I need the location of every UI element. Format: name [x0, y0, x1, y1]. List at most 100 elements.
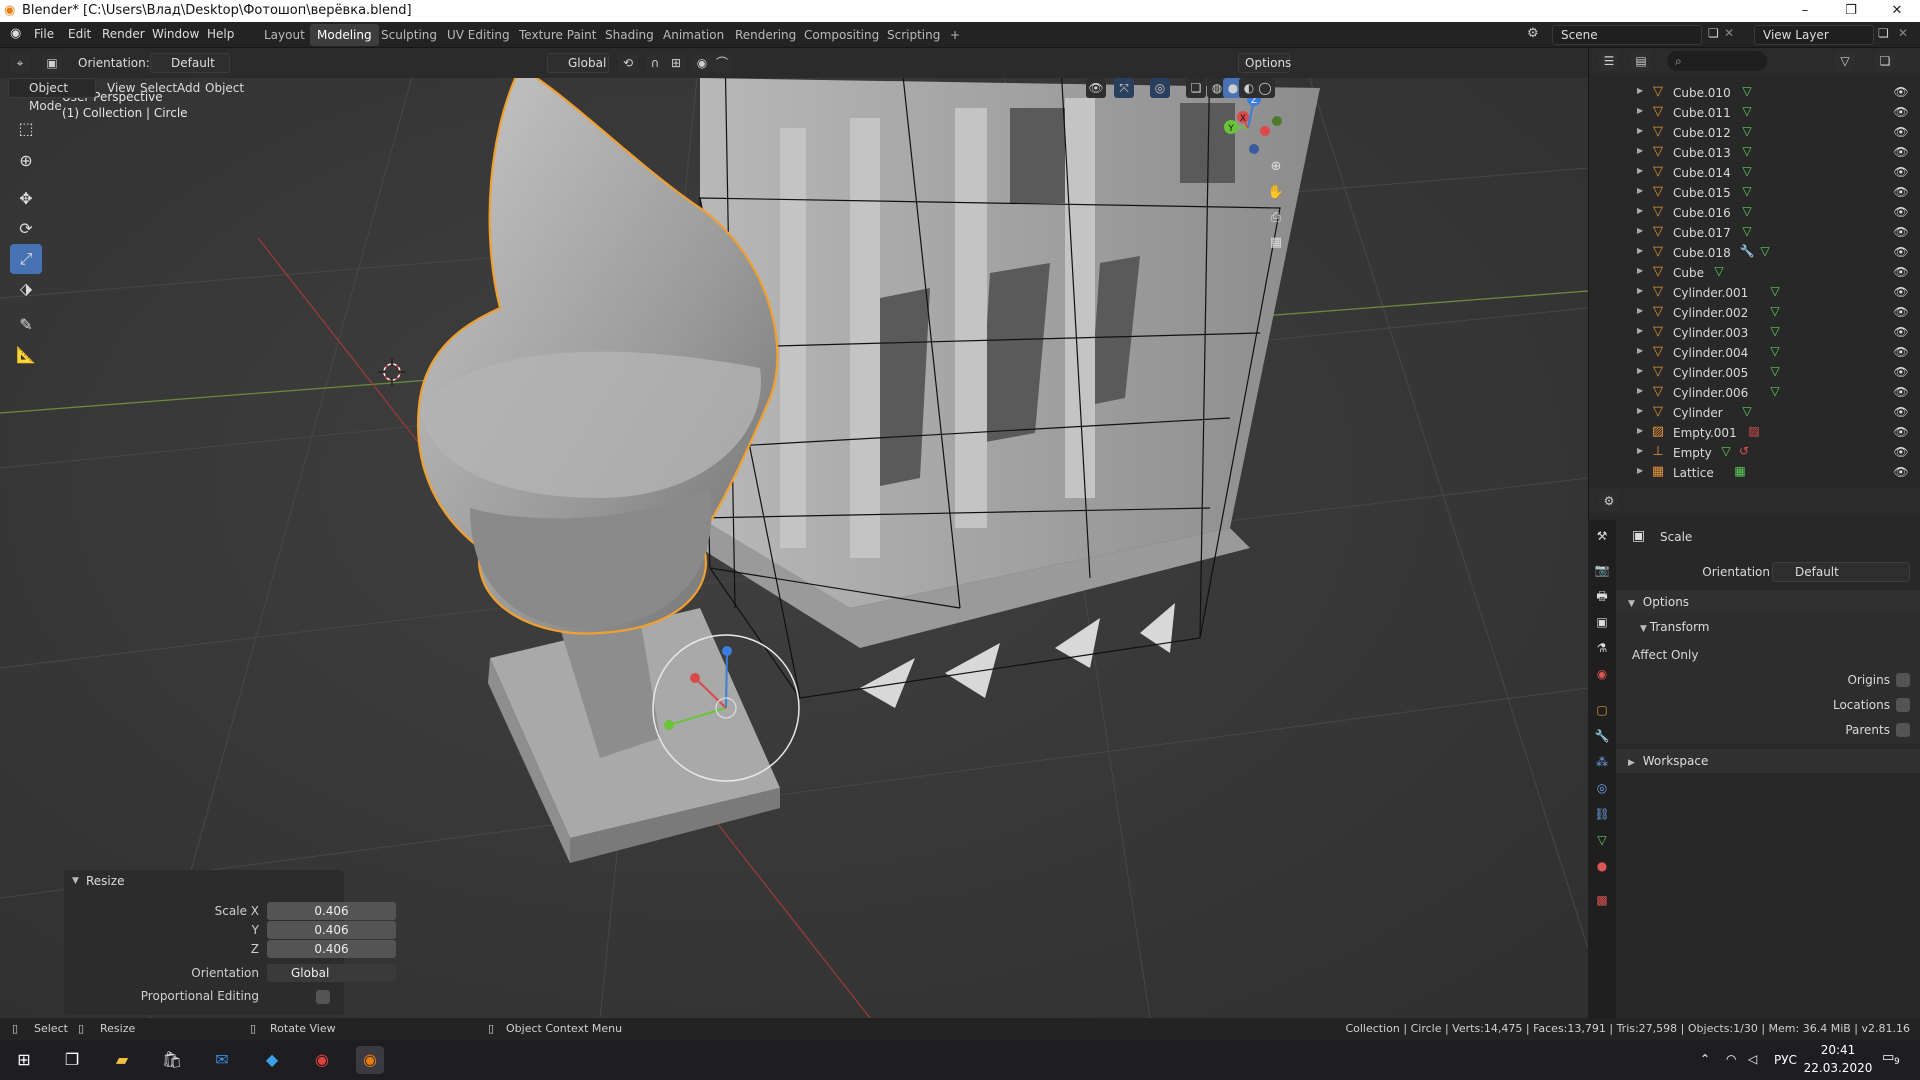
visibility-eye-icon[interactable]: 👁	[1893, 165, 1909, 181]
snap-target-icon[interactable]: ⊞	[666, 53, 686, 73]
clock-time[interactable]: 20:41	[1808, 1043, 1868, 1057]
proportional-edit-icon[interactable]: ◉	[692, 53, 712, 73]
transform-subpanel[interactable]: ▼ Transform	[1640, 620, 1710, 634]
restore-button[interactable]: ❐	[1828, 0, 1874, 22]
expand-arrow-icon[interactable]: ▶	[1637, 326, 1643, 335]
store-icon[interactable]: 🛍	[158, 1046, 186, 1074]
scene-tab-icon[interactable]: ⚗	[1592, 638, 1612, 658]
expand-arrow-icon[interactable]: ▶	[1637, 166, 1643, 175]
expand-arrow-icon[interactable]: ▶	[1637, 426, 1643, 435]
visibility-eye-icon[interactable]: 👁	[1893, 445, 1909, 461]
expand-arrow-icon[interactable]: ▶	[1637, 306, 1643, 315]
file-explorer-icon[interactable]: ▰	[108, 1046, 136, 1074]
menu-edit[interactable]: Edit	[68, 27, 91, 41]
display-mode-icon[interactable]: ▤	[1631, 51, 1651, 71]
rendered-shading-icon[interactable]: ◯	[1255, 78, 1275, 98]
scale-x-field[interactable]: 0.406	[267, 902, 396, 920]
visibility-eye-icon[interactable]: 👁	[1893, 425, 1909, 441]
collapse-arrow-icon[interactable]: ▼	[72, 876, 79, 886]
tab-sculpting[interactable]: Sculpting	[374, 24, 444, 46]
photoshop-icon[interactable]: ◆	[258, 1046, 286, 1074]
object-data-icon[interactable]: 🔧	[1739, 244, 1755, 260]
falloff-icon[interactable]: ⌒	[712, 53, 732, 73]
editor-type-icon[interactable]: ⌖	[10, 53, 30, 73]
render-tab-icon[interactable]: 📷	[1592, 560, 1612, 580]
expand-arrow-icon[interactable]: ▶	[1637, 386, 1643, 395]
snap-magnet-icon[interactable]: ∩	[645, 53, 665, 73]
pivot-point-icon[interactable]: ⟲	[618, 53, 638, 73]
scene-selector[interactable]: Scene	[1552, 25, 1702, 45]
visibility-eye-icon[interactable]: 👁	[1893, 145, 1909, 161]
tool-tab-icon[interactable]: ⚒	[1592, 526, 1612, 546]
workspace-panel-header[interactable]: ▶ Workspace	[1616, 749, 1920, 773]
tray-arrow-icon[interactable]: ⌃	[1700, 1052, 1710, 1066]
expand-arrow-icon[interactable]: ▶	[1637, 246, 1643, 255]
cursor-tool-icon[interactable]: ⊕	[10, 146, 42, 176]
object-data-icon[interactable]: ▽	[1739, 404, 1755, 420]
visibility-eye-icon[interactable]: 👁	[1893, 325, 1909, 341]
locations-checkbox[interactable]	[1896, 698, 1910, 712]
object-tab-icon[interactable]: ▢	[1592, 700, 1612, 720]
outliner-item[interactable]: ▶ ▽ Cylinder.003 ▽ 👁	[1589, 323, 1920, 343]
tab-scripting[interactable]: Scripting	[880, 24, 947, 46]
outliner-item[interactable]: ▶ ▽ Cylinder.004 ▽ 👁	[1589, 343, 1920, 363]
outliner-item[interactable]: ▶ ▽ Cylinder.006 ▽ 👁	[1589, 383, 1920, 403]
new-collection-icon[interactable]: ❏	[1875, 51, 1895, 71]
object-data-icon[interactable]: ▦	[1732, 464, 1748, 480]
transform-orientation-dropdown[interactable]: Global	[547, 53, 609, 73]
visibility-eye-icon[interactable]: 👁	[1893, 465, 1909, 481]
menu-render[interactable]: Render	[102, 27, 145, 41]
constraints-tab-icon[interactable]: ⛓	[1592, 804, 1612, 824]
expand-arrow-icon[interactable]: ▶	[1637, 286, 1643, 295]
outliner-item[interactable]: ▶ ▽ Cube.016 ▽ 👁	[1589, 203, 1920, 223]
menu-help[interactable]: Help	[207, 27, 234, 41]
tab-texture-paint[interactable]: Texture Paint	[512, 24, 603, 46]
scene-icon[interactable]: ⚙	[1527, 26, 1539, 41]
expand-arrow-icon[interactable]: ▶	[1637, 366, 1643, 375]
visibility-eye-icon[interactable]: 👁	[1893, 385, 1909, 401]
notifications-icon[interactable]: ▭	[1882, 1050, 1894, 1065]
world-tab-icon[interactable]: ◉	[1592, 664, 1612, 684]
move-tool-icon[interactable]: ✥	[10, 184, 42, 214]
visibility-eye-icon[interactable]: 👁	[1893, 85, 1909, 101]
visibility-eye-icon[interactable]: 👁	[1893, 125, 1909, 141]
filter-icon[interactable]: ▽	[1835, 51, 1855, 71]
outliner-item[interactable]: ▶ ▽ Cube.014 ▽ 👁	[1589, 163, 1920, 183]
close-button[interactable]: ✕	[1874, 0, 1920, 22]
modifier-tab-icon[interactable]: 🔧	[1592, 726, 1612, 746]
expand-arrow-icon[interactable]: ▶	[1637, 206, 1643, 215]
tab-modeling[interactable]: Modeling	[310, 24, 379, 46]
menu-file[interactable]: File	[34, 27, 54, 41]
object-data-icon[interactable]: ▽	[1739, 224, 1755, 240]
tab-compositing[interactable]: Compositing	[797, 24, 886, 46]
prop-orientation-dropdown[interactable]: Default	[1772, 562, 1910, 582]
visibility-eye-icon[interactable]: 👁	[1893, 265, 1909, 281]
add-workspace-button[interactable]: +	[943, 24, 967, 46]
expand-arrow-icon[interactable]: ▶	[1637, 186, 1643, 195]
outliner-item[interactable]: ▶ ▽ Cylinder.005 ▽ 👁	[1589, 363, 1920, 383]
chrome-icon[interactable]: ◉	[308, 1046, 336, 1074]
object-data-icon[interactable]: ▽	[1718, 444, 1734, 460]
overlay-toggle-icon[interactable]: ◎	[1150, 78, 1170, 98]
active-tool-icon[interactable]: ▣	[42, 53, 62, 73]
visibility-eye-icon[interactable]: 👁	[1893, 365, 1909, 381]
rotate-tool-icon[interactable]: ⟳	[10, 214, 42, 244]
visibility-eye-icon[interactable]: 👁	[1893, 305, 1909, 321]
xray-icon[interactable]: ❏	[1186, 78, 1206, 98]
delete-view-layer-icon[interactable]: ✕	[1898, 26, 1908, 40]
outliner-search-input[interactable]: ⌕	[1667, 51, 1767, 71]
tab-shading[interactable]: Shading	[598, 24, 661, 46]
object-data-icon[interactable]: ▽	[1767, 364, 1783, 380]
outliner-item[interactable]: ▶ ▽ Cube ▽ 👁	[1589, 263, 1920, 283]
expand-arrow-icon[interactable]: ▶	[1637, 226, 1643, 235]
new-view-layer-icon[interactable]: ❏	[1878, 26, 1889, 40]
outliner-item[interactable]: ▶ ▽ Cube.011 ▽ 👁	[1589, 103, 1920, 123]
particles-tab-icon[interactable]: ⁂	[1592, 752, 1612, 772]
expand-arrow-icon[interactable]: ▶	[1637, 86, 1643, 95]
visibility-eye-icon[interactable]: 👁	[1893, 345, 1909, 361]
options-dropdown[interactable]: Options	[1238, 53, 1291, 73]
windows-start-icon[interactable]: ⊞	[10, 1046, 38, 1074]
wifi-icon[interactable]: ◠	[1726, 1052, 1736, 1066]
task-view-icon[interactable]: ❐	[58, 1046, 86, 1074]
view-layer-selector[interactable]: View Layer	[1754, 25, 1874, 45]
